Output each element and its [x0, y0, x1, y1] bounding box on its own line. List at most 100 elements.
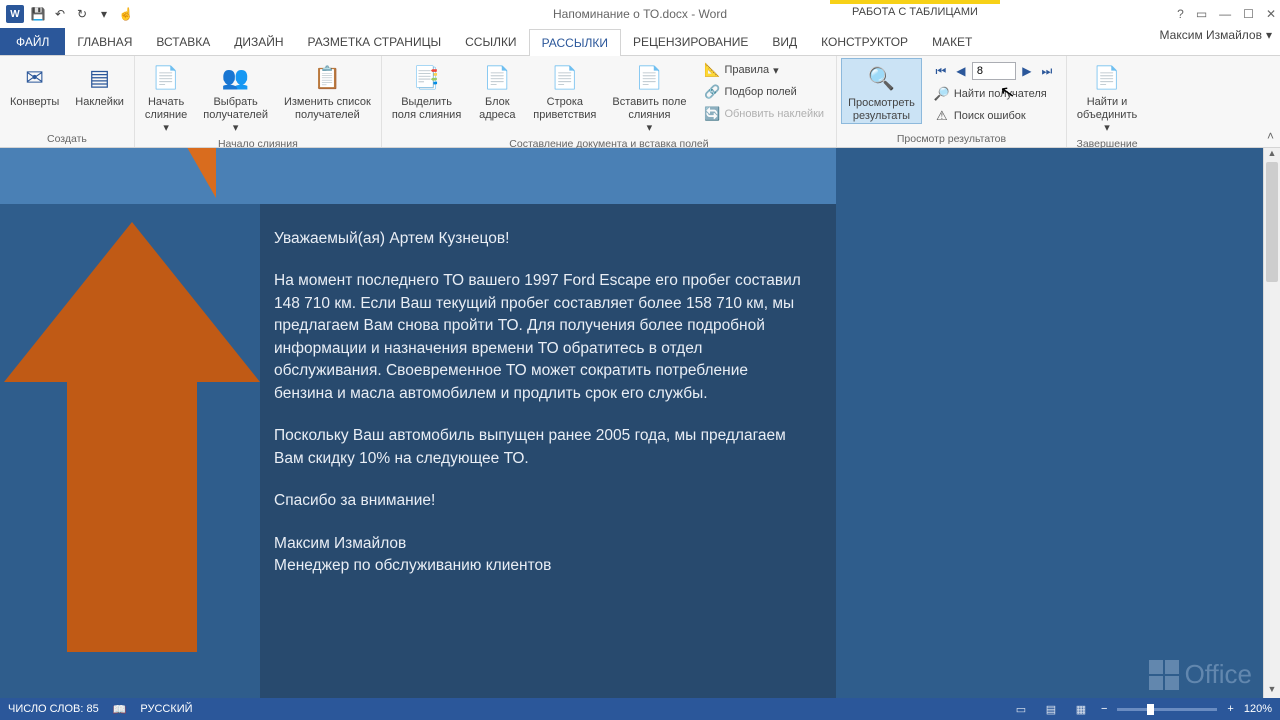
prev-record-button[interactable]: ◀ [952, 62, 970, 80]
arrow-head [4, 222, 260, 382]
redo-icon[interactable]: ↻ [74, 6, 90, 22]
language-status[interactable]: РУССКИЙ [140, 703, 192, 715]
ribbon-display-icon[interactable]: ▭ [1196, 7, 1207, 21]
close-icon[interactable]: ✕ [1266, 7, 1276, 21]
chevron-down-icon: ▾ [773, 64, 779, 77]
select-recipients-label: Выбрать получателей [203, 96, 268, 122]
edit-recipients-button[interactable]: 📋 Изменить список получателей [278, 58, 377, 122]
start-merge-button[interactable]: 📄 Начать слияние▾ [139, 58, 193, 136]
record-number-input[interactable] [972, 62, 1016, 80]
tab-insert[interactable]: ВСТАВКА [144, 28, 222, 55]
edit-recipients-label: Изменить список получателей [284, 96, 371, 122]
scroll-up-icon[interactable]: ▲ [1264, 148, 1280, 162]
labels-label: Наклейки [75, 96, 124, 109]
greeting-icon: 📄 [549, 62, 581, 94]
read-mode-icon[interactable]: ▭ [1011, 701, 1031, 717]
find-icon: 🔎 [934, 86, 950, 102]
tab-references[interactable]: ССЫЛКИ [453, 28, 528, 55]
scroll-thumb[interactable] [1266, 162, 1278, 282]
record-navigator: ⏮ ◀ ▶ ⏭ [930, 60, 1058, 82]
zoom-slider[interactable] [1117, 708, 1217, 711]
letter-sender-title: Менеджер по обслуживанию клиентов [274, 555, 808, 577]
context-tab-title: РАБОТА С ТАБЛИЦАМИ [830, 0, 1000, 18]
chevron-down-icon: ▾ [647, 122, 653, 135]
zoom-in-button[interactable]: + [1227, 703, 1233, 715]
proofing-icon[interactable]: 📖 [113, 703, 127, 716]
minimize-icon[interactable]: — [1219, 7, 1231, 21]
zoom-level[interactable]: 120% [1244, 703, 1272, 715]
errors-label: Поиск ошибок [954, 110, 1026, 122]
finish-merge-button[interactable]: 📄 Найти и объединить▾ [1071, 58, 1143, 136]
labels-icon: ▤ [84, 62, 116, 94]
tab-view[interactable]: ВИД [760, 28, 809, 55]
update-label: Обновить наклейки [724, 108, 824, 120]
vertical-scrollbar[interactable]: ▲ ▼ [1263, 148, 1280, 698]
envelopes-button[interactable]: ✉ Конверты [4, 58, 65, 109]
find-label: Найти получателя [954, 88, 1047, 100]
address-label: Блок адреса [479, 96, 515, 122]
collapse-ribbon-icon[interactable]: ˄ [1267, 129, 1274, 143]
edit-list-icon: 📋 [311, 62, 343, 94]
print-layout-icon[interactable]: ▤ [1041, 701, 1061, 717]
letter-body-2: Поскольку Ваш автомобиль выпущен ранее 2… [274, 425, 808, 470]
web-layout-icon[interactable]: ▦ [1071, 701, 1091, 717]
greeting-line-button[interactable]: 📄 Строка приветствия [527, 58, 602, 122]
rules-icon: 📐 [704, 62, 720, 78]
rules-label: Правила [724, 64, 769, 76]
arrow-stem [67, 382, 197, 652]
greeting-label: Строка приветствия [533, 96, 596, 122]
highlight-label: Выделить поля слияния [392, 96, 461, 122]
user-menu[interactable]: Максим Измайлов ▾ [1160, 28, 1272, 42]
first-record-button[interactable]: ⏮ [932, 62, 950, 80]
tab-review[interactable]: РЕЦЕНЗИРОВАНИЕ [621, 28, 760, 55]
next-record-button[interactable]: ▶ [1018, 62, 1036, 80]
chevron-down-icon: ▾ [1104, 122, 1110, 135]
insert-field-icon: 📄 [633, 62, 665, 94]
help-icon[interactable]: ? [1177, 7, 1184, 21]
group-create: ✉ Конверты ▤ Наклейки Создать [0, 56, 135, 147]
tab-file[interactable]: ФАЙЛ [0, 28, 65, 55]
letter-header-block [0, 148, 836, 204]
tab-page-layout[interactable]: РАЗМЕТКА СТРАНИЦЫ [296, 28, 454, 55]
user-name: Максим Измайлов [1160, 28, 1262, 42]
find-recipient-button[interactable]: 🔎 Найти получателя [930, 84, 1058, 104]
preview-label: Просмотреть результаты [848, 97, 915, 123]
address-block-button[interactable]: 📄 Блок адреса [471, 58, 523, 122]
zoom-out-button[interactable]: − [1101, 703, 1107, 715]
group-compose: 📑 Выделить поля слияния 📄 Блок адреса 📄 … [382, 56, 837, 147]
rules-button[interactable]: 📐 Правила ▾ [700, 60, 828, 80]
qat-customize-icon[interactable]: ▾ [96, 6, 112, 22]
group-start-merge: 📄 Начать слияние▾ 👥 Выбрать получателей▾… [135, 56, 382, 147]
quick-access-toolbar: W 💾 ↶ ↻ ▾ ☝ [0, 5, 134, 23]
zoom-knob[interactable] [1147, 704, 1154, 715]
document-title: Напоминание о ТО.docx - Word [553, 7, 727, 21]
undo-icon[interactable]: ↶ [52, 6, 68, 22]
last-record-button[interactable]: ⏭ [1038, 62, 1056, 80]
preview-results-button[interactable]: 🔍 Просмотреть результаты [841, 58, 922, 124]
update-icon: 🔄 [704, 106, 720, 122]
highlight-fields-button[interactable]: 📑 Выделить поля слияния [386, 58, 467, 122]
tab-home[interactable]: ГЛАВНАЯ [65, 28, 144, 55]
errors-icon: ⚠ [934, 108, 950, 124]
chevron-down-icon: ▾ [233, 122, 239, 135]
insert-field-label: Вставить поле слияния [612, 96, 686, 122]
word-icon: W [6, 5, 24, 23]
insert-field-button[interactable]: 📄 Вставить поле слияния▾ [606, 58, 692, 136]
save-icon[interactable]: 💾 [30, 6, 46, 22]
select-recipients-button[interactable]: 👥 Выбрать получателей▾ [197, 58, 274, 136]
highlight-icon: 📑 [411, 62, 443, 94]
maximize-icon[interactable]: ☐ [1243, 7, 1254, 21]
touch-mode-icon[interactable]: ☝ [118, 6, 134, 22]
check-errors-button[interactable]: ⚠ Поиск ошибок [930, 106, 1058, 126]
start-merge-icon: 📄 [150, 62, 182, 94]
labels-button[interactable]: ▤ Наклейки [69, 58, 130, 109]
match-fields-button[interactable]: 🔗Подбор полей [700, 82, 828, 102]
word-count[interactable]: ЧИСЛО СЛОВ: 85 [8, 703, 99, 715]
tab-mailings[interactable]: РАССЫЛКИ [529, 29, 621, 56]
tab-design[interactable]: ДИЗАЙН [222, 28, 295, 55]
letter-greeting: Уважаемый(ая) Артем Кузнецов! [274, 228, 808, 250]
letter-body[interactable]: Уважаемый(ая) Артем Кузнецов! На момент … [260, 204, 836, 698]
scroll-down-icon[interactable]: ▼ [1264, 684, 1280, 698]
tab-table-layout[interactable]: МАКЕТ [920, 28, 984, 55]
tab-constructor[interactable]: КОНСТРУКТОР [809, 28, 920, 55]
